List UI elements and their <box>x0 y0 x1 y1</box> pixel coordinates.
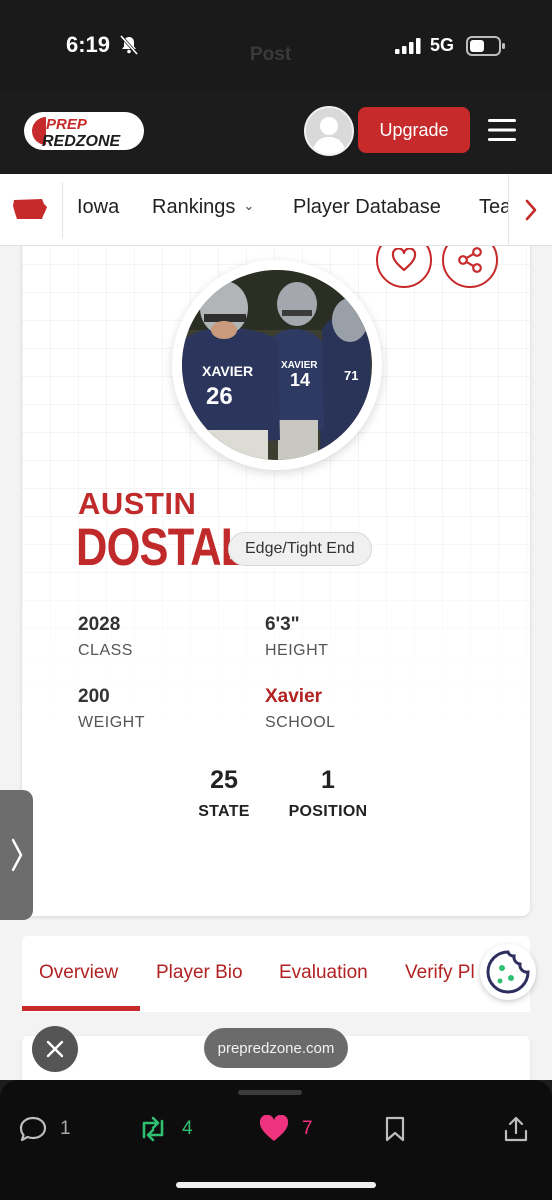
stat-class-label: CLASS <box>78 642 133 659</box>
home-indicator <box>176 1182 376 1188</box>
subnav-rankings-label: Rankings <box>152 196 236 218</box>
cookie-icon[interactable] <box>480 944 536 1000</box>
subnav-divider <box>62 182 63 238</box>
tab-overview[interactable]: Overview <box>39 962 118 984</box>
stat-school-label: SCHOOL <box>265 714 336 731</box>
chevron-right-icon <box>11 838 22 872</box>
close-icon <box>46 1040 64 1058</box>
chevron-right-icon <box>525 199 536 221</box>
player-last-name: DOSTAL <box>76 518 247 577</box>
tab-evaluation[interactable]: Evaluation <box>279 962 368 984</box>
subnav-item-rankings[interactable]: Rankings ⌄ <box>152 196 254 219</box>
stat-school: Xavier SCHOOL <box>265 686 336 732</box>
reply-icon <box>19 1116 47 1142</box>
subnav-item-player-database[interactable]: Player Database <box>293 196 441 219</box>
rank-position-value: 1 <box>321 766 335 794</box>
repost-count: 4 <box>182 1118 193 1139</box>
close-button[interactable] <box>32 1026 78 1072</box>
profile-tabs: Overview Player Bio Evaluation Verify Pl <box>22 936 530 1012</box>
reply-count: 1 <box>60 1118 71 1139</box>
stat-weight-label: WEIGHT <box>78 714 145 731</box>
user-icon <box>312 117 346 154</box>
subnav-item-iowa[interactable]: Iowa <box>77 196 119 219</box>
position-badge: Edge/Tight End <box>228 532 372 566</box>
like-count: 7 <box>302 1118 313 1139</box>
post-action-bar: 1 4 7 <box>0 1080 552 1200</box>
site-header: PREP REDZONE Upgrade <box>0 90 552 174</box>
rank-position-label: POSITION <box>288 803 368 820</box>
subnav-scroll-right[interactable] <box>508 174 552 245</box>
rank-state: 25 STATE <box>192 766 256 821</box>
bookmark-icon <box>385 1116 405 1142</box>
domain-label[interactable]: prepredzone.com <box>204 1028 348 1068</box>
player-photo-image: 71 XAVIER 14 XAVIER 26 <box>182 270 372 460</box>
stat-school-link[interactable]: Xavier <box>265 686 336 708</box>
menu-icon[interactable] <box>488 118 516 142</box>
bookmark-button[interactable] <box>382 1114 408 1144</box>
bell-slash-icon <box>119 35 139 55</box>
logo-line2: REDZONE <box>42 133 122 150</box>
grab-handle <box>238 1090 302 1095</box>
tab-verify-player[interactable]: Verify Pl <box>405 962 475 984</box>
upload-icon <box>504 1116 528 1142</box>
favorite-button[interactable] <box>376 246 432 288</box>
stat-height-value: 6'3" <box>265 614 300 635</box>
cookie-icon-glyph <box>486 950 530 994</box>
avatar[interactable] <box>304 106 354 156</box>
rank-state-label: STATE <box>198 803 250 820</box>
subnav-item-teams[interactable]: Tea <box>479 196 511 219</box>
repost-icon <box>142 1116 164 1142</box>
repost-button[interactable]: 4 <box>136 1114 193 1144</box>
main-content: 71 XAVIER 14 XAVIER 26 AUSTIN DOSTAL Edg… <box>0 246 552 1080</box>
background-title: Post <box>250 44 292 65</box>
iowa-state-icon[interactable] <box>12 194 48 224</box>
photo-number-2: 14 <box>290 370 310 390</box>
side-drawer-tab[interactable] <box>0 790 33 920</box>
share-button[interactable] <box>442 246 498 288</box>
sub-navigation: Iowa Rankings ⌄ Player Database Tea <box>0 174 552 246</box>
status-bar: 6:19 Post 5G <box>0 0 552 90</box>
player-photo: 71 XAVIER 14 XAVIER 26 <box>172 260 382 470</box>
network-label: 5G <box>430 35 455 55</box>
tab-player-bio[interactable]: Player Bio <box>156 962 243 984</box>
signal-icon <box>395 38 421 54</box>
battery-icon <box>466 36 505 56</box>
reply-button[interactable]: 1 <box>18 1114 71 1144</box>
share-post-button[interactable] <box>502 1114 530 1144</box>
logo-line1: PREP <box>46 116 88 133</box>
stat-class-value: 2028 <box>78 614 121 635</box>
status-time: 6:19 <box>66 32 111 57</box>
photo-number-3: 71 <box>344 368 358 383</box>
active-tab-indicator <box>22 1006 140 1011</box>
player-card: 71 XAVIER 14 XAVIER 26 AUSTIN DOSTAL Edg… <box>22 246 530 916</box>
stat-height-label: HEIGHT <box>265 642 329 659</box>
prep-redzone-logo[interactable]: PREP REDZONE <box>22 108 146 154</box>
like-button[interactable]: 7 <box>258 1114 313 1144</box>
chevron-down-icon: ⌄ <box>243 198 255 213</box>
stat-weight: 200 WEIGHT <box>78 686 145 732</box>
rank-state-value: 25 <box>210 766 238 794</box>
photo-jersey-text-1: XAVIER <box>202 363 253 379</box>
heart-icon <box>391 248 417 272</box>
stat-height: 6'3" HEIGHT <box>265 614 328 660</box>
stat-class: 2028 CLASS <box>78 614 133 660</box>
stat-weight-value: 200 <box>78 686 110 707</box>
photo-number-1: 26 <box>206 383 233 410</box>
share-icon <box>458 247 482 273</box>
upgrade-button[interactable]: Upgrade <box>358 107 470 153</box>
rank-position: 1 POSITION <box>280 766 376 821</box>
like-icon <box>259 1115 289 1141</box>
